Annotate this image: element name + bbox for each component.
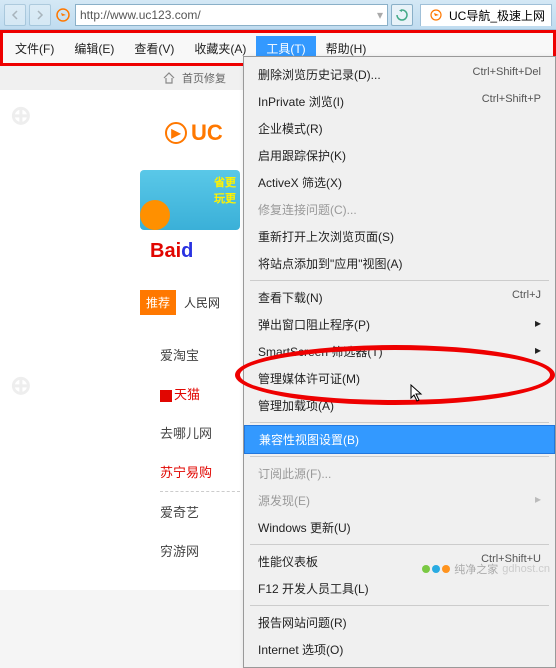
- site-link[interactable]: 穷游网: [160, 531, 240, 570]
- menu-item[interactable]: 文件(F): [5, 36, 64, 61]
- banner-line1: 省更: [144, 174, 236, 190]
- browser-titlebar: http://www.uc123.com/ ▾ UC导航_极速上网: [0, 0, 556, 30]
- tab-favicon: [427, 6, 445, 24]
- menu-item[interactable]: 管理加载项(A): [244, 392, 555, 419]
- site-list: 爱淘宝天猫去哪儿网苏宁易购爱奇艺穷游网: [160, 335, 240, 570]
- menu-item-label: ActiveX 筛选(X): [258, 174, 342, 191]
- menu-separator: [250, 544, 549, 545]
- uc-logo-text: UC: [191, 120, 223, 146]
- menu-item[interactable]: InPrivate 浏览(I) Ctrl+Shift+P: [244, 88, 555, 115]
- home-icon[interactable]: [162, 71, 176, 85]
- menu-item-label: Internet 选项(O): [258, 641, 343, 658]
- menu-item-label: 管理加载项(A): [258, 397, 334, 414]
- refresh-button[interactable]: [391, 4, 413, 26]
- arrow-left-icon: [10, 10, 20, 20]
- menu-item[interactable]: 将站点添加到"应用"视图(A): [244, 250, 555, 277]
- site-link[interactable]: 去哪儿网: [160, 413, 240, 452]
- dot-icon: [432, 565, 440, 573]
- menu-item[interactable]: 报告网站问题(R): [244, 609, 555, 636]
- menu-item-label: 查看下载(N): [258, 289, 323, 306]
- menu-item-shortcut: Ctrl+Shift+Del: [473, 66, 541, 83]
- menu-item-label: 报告网站问题(R): [258, 614, 347, 631]
- dot-icon: [422, 565, 430, 573]
- menu-item[interactable]: 弹出窗口阻止程序(P) ▸: [244, 311, 555, 338]
- menu-item[interactable]: 管理媒体许可证(M): [244, 365, 555, 392]
- menu-item[interactable]: Internet 选项(O): [244, 636, 555, 663]
- back-button[interactable]: [4, 4, 26, 26]
- menu-item-label: 源发现(E): [258, 492, 310, 509]
- menu-item-label: 将站点添加到"应用"视图(A): [258, 255, 403, 272]
- tmall-icon: [160, 390, 172, 402]
- uc-logo: ▶ UC: [165, 120, 223, 146]
- menu-item-label: 性能仪表板: [258, 553, 318, 570]
- menu-separator: [250, 456, 549, 457]
- baidu-part2: d: [181, 240, 193, 262]
- menu-item[interactable]: 兼容性视图设置(B): [244, 425, 555, 454]
- menu-item-label: 删除浏览历史记录(D)...: [258, 66, 381, 83]
- menu-item-label: 修复连接问题(C)...: [258, 201, 357, 218]
- menu-separator: [250, 605, 549, 606]
- menu-item[interactable]: 编辑(E): [64, 36, 124, 61]
- promo-banner[interactable]: 省更 玩更: [140, 170, 240, 230]
- tab-strip: UC导航_极速上网: [420, 4, 552, 26]
- menu-item[interactable]: SmartScreen 筛选器(T) ▸: [244, 338, 555, 365]
- menu-item-shortcut: Ctrl+Shift+P: [482, 93, 541, 110]
- watermark: 纯净之家 gdhost.cn: [422, 561, 550, 577]
- menu-item-label: 重新打开上次浏览页面(S): [258, 228, 394, 245]
- bg-watermark: ⊕: [10, 100, 32, 131]
- baidu-part1: Bai: [150, 240, 181, 262]
- dropdown-icon[interactable]: ▾: [377, 8, 383, 22]
- menu-item-label: 订阅此源(F)...: [258, 465, 331, 482]
- menu-item-label: 弹出窗口阻止程序(P): [258, 316, 370, 333]
- menu-item: 源发现(E) ▸: [244, 487, 555, 514]
- recommend-row: 推荐 人民网: [140, 290, 220, 315]
- site-link[interactable]: 爱奇艺: [160, 492, 240, 531]
- menu-item-label: 兼容性视图设置(B): [259, 431, 359, 448]
- url-text: http://www.uc123.com/: [80, 8, 201, 22]
- baidu-logo[interactable]: Baid: [150, 240, 193, 263]
- menu-item-label: 启用跟踪保护(K): [258, 147, 346, 164]
- menu-item[interactable]: 删除浏览历史记录(D)... Ctrl+Shift+Del: [244, 61, 555, 88]
- menu-item-label: 企业模式(R): [258, 120, 323, 137]
- menu-item[interactable]: Windows 更新(U): [244, 514, 555, 541]
- url-input[interactable]: http://www.uc123.com/ ▾: [75, 4, 388, 26]
- site-icon: [54, 6, 72, 24]
- dot-icon: [442, 565, 450, 573]
- chevron-right-icon: ▸: [535, 316, 541, 333]
- uc-logo-icon: ▶: [165, 122, 187, 144]
- menu-separator: [250, 422, 549, 423]
- menu-item: 修复连接问题(C)...: [244, 196, 555, 223]
- refresh-icon: [396, 9, 408, 21]
- menu-item: 订阅此源(F)...: [244, 460, 555, 487]
- menu-separator: [250, 280, 549, 281]
- site-link[interactable]: 爱淘宝: [160, 335, 240, 374]
- menu-item-label: SmartScreen 筛选器(T): [258, 343, 383, 360]
- site-link[interactable]: 苏宁易购: [160, 452, 240, 491]
- chevron-right-icon: ▸: [535, 343, 541, 360]
- menu-item[interactable]: 企业模式(R): [244, 115, 555, 142]
- menu-item-label: 管理媒体许可证(M): [258, 370, 360, 387]
- forward-button[interactable]: [29, 4, 51, 26]
- menu-item[interactable]: F12 开发人员工具(L): [244, 575, 555, 602]
- menu-item[interactable]: 启用跟踪保护(K): [244, 142, 555, 169]
- recommend-badge: 推荐: [140, 290, 176, 315]
- menu-item-shortcut: Ctrl+J: [512, 289, 541, 306]
- menu-item-label: InPrivate 浏览(I): [258, 93, 344, 110]
- site-link[interactable]: 天猫: [160, 374, 240, 413]
- arrow-right-icon: [35, 10, 45, 20]
- menu-item[interactable]: ActiveX 筛选(X): [244, 169, 555, 196]
- recommend-link[interactable]: 人民网: [184, 294, 220, 311]
- menu-item[interactable]: 查看下载(N) Ctrl+J: [244, 284, 555, 311]
- menu-item[interactable]: 查看(V): [124, 36, 184, 61]
- tab-label: UC导航_极速上网: [449, 7, 545, 24]
- mascot-icon: [140, 200, 170, 230]
- browser-tab[interactable]: UC导航_极速上网: [420, 4, 552, 26]
- watermark-url: gdhost.cn: [502, 563, 550, 575]
- toolbar-text: 首页修复: [182, 70, 226, 86]
- bg-watermark: ⊕: [10, 370, 32, 401]
- menu-item-label: Windows 更新(U): [258, 519, 351, 536]
- menu-item[interactable]: 重新打开上次浏览页面(S): [244, 223, 555, 250]
- watermark-brand: 纯净之家: [454, 561, 498, 577]
- chevron-right-icon: ▸: [535, 492, 541, 509]
